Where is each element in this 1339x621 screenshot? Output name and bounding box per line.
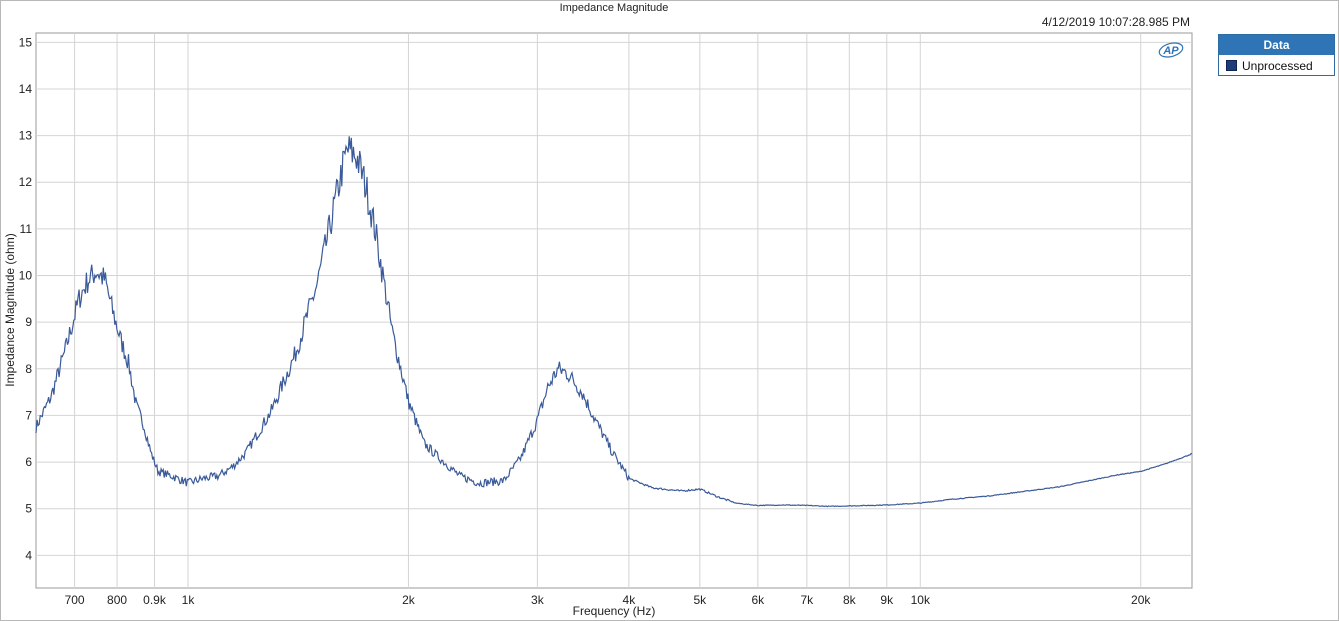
y-tick-label: 4 <box>25 548 32 562</box>
x-tick-label: 20k <box>1131 593 1151 607</box>
timestamp: 4/12/2019 10:07:28.985 PM <box>1042 15 1190 29</box>
legend-item-label: Unprocessed <box>1242 58 1313 73</box>
y-tick-label: 11 <box>20 222 33 236</box>
y-tick-label: 13 <box>19 129 33 143</box>
y-axis-title: Impedance Magnitude (ohm) <box>3 233 17 386</box>
y-tick-labels: 4 5 6 7 8 9 10 11 12 13 14 15 <box>19 35 33 562</box>
svg-text:AP: AP <box>1162 45 1179 57</box>
impedance-chart: Impedance Magnitude 4/12/2019 10:07:28.9… <box>3 2 1193 618</box>
y-tick-label: 12 <box>19 175 33 189</box>
y-tick-label: 6 <box>25 455 32 469</box>
y-tick-label: 9 <box>25 315 32 329</box>
chart-title: Impedance Magnitude <box>560 2 669 14</box>
y-tick-label: 5 <box>25 502 32 516</box>
y-tick-label: 8 <box>25 362 32 376</box>
y-tick-label: 14 <box>19 82 33 96</box>
y-tick-label: 7 <box>25 408 32 422</box>
x-tick-label: 9k <box>880 593 894 607</box>
x-tick-label: 800 <box>107 593 127 607</box>
legend-item-unprocessed[interactable]: Unprocessed <box>1219 55 1334 76</box>
ap-logo-icon: AP <box>1158 42 1184 58</box>
x-tick-label: 5k <box>694 593 708 607</box>
x-tick-label: 7k <box>801 593 815 607</box>
x-tick-label: 6k <box>751 593 765 607</box>
x-tick-label: 0.9k <box>143 593 167 607</box>
plot-area <box>35 32 1193 589</box>
y-tick-label: 15 <box>19 35 33 49</box>
x-tick-label: 8k <box>843 593 857 607</box>
x-tick-label: 1k <box>182 593 196 607</box>
legend: Data Unprocessed <box>1218 34 1335 76</box>
x-tick-label: 700 <box>65 593 85 607</box>
x-tick-label: 3k <box>531 593 545 607</box>
y-tick-label: 10 <box>19 269 33 283</box>
legend-header: Data <box>1219 35 1334 55</box>
x-tick-label: 2k <box>402 593 416 607</box>
legend-swatch <box>1226 60 1237 71</box>
x-tick-label: 10k <box>911 593 931 607</box>
x-axis-title: Frequency (Hz) <box>573 604 656 618</box>
